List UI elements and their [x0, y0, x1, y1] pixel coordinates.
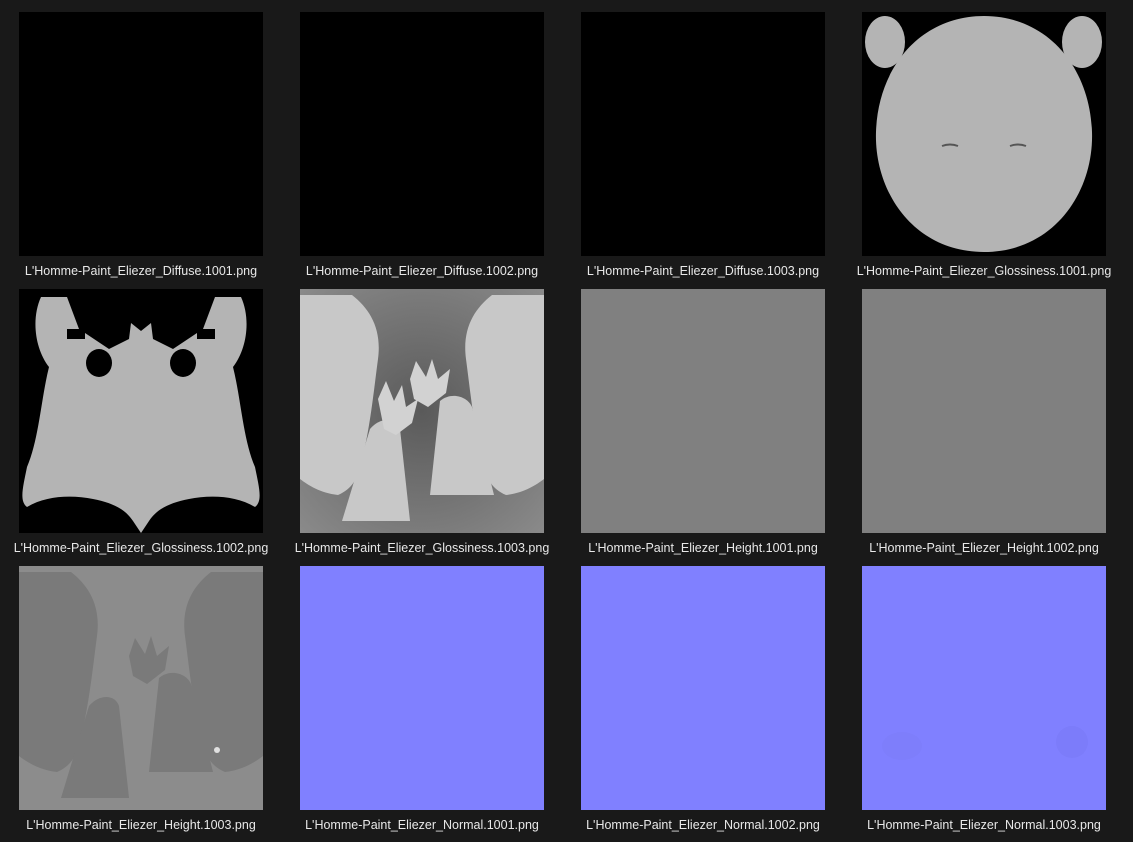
file-name: L'Homme-Paint_Eliezer_Glossiness.1003.pn…	[294, 541, 550, 555]
black-icon	[300, 12, 544, 256]
file-tile[interactable]: L'Homme-Paint_Eliezer_Glossiness.1001.pn…	[857, 12, 1122, 288]
normal-map-icon	[581, 566, 825, 810]
flat-gray-icon	[581, 289, 825, 533]
file-name: L'Homme-Paint_Eliezer_Glossiness.1001.pn…	[856, 264, 1112, 278]
file-tile[interactable]: L'Homme-Paint_Eliezer_Diffuse.1001.png	[19, 12, 279, 288]
file-name: L'Homme-Paint_Eliezer_Normal.1003.png	[867, 818, 1101, 832]
black-icon	[19, 12, 263, 256]
file-grid: L'Homme-Paint_Eliezer_Diffuse.1001.png L…	[0, 0, 1133, 839]
limbs-uv-icon	[300, 289, 544, 533]
file-name: L'Homme-Paint_Eliezer_Glossiness.1002.pn…	[13, 541, 269, 555]
file-name: L'Homme-Paint_Eliezer_Height.1003.png	[26, 818, 256, 832]
file-name: L'Homme-Paint_Eliezer_Normal.1002.png	[586, 818, 820, 832]
file-tile[interactable]: L'Homme-Paint_Eliezer_Diffuse.1002.png	[300, 12, 560, 288]
file-tile[interactable]: L'Homme-Paint_Eliezer_Height.1003.png	[19, 566, 279, 842]
head-uv-icon	[862, 12, 1106, 256]
file-tile[interactable]: L'Homme-Paint_Eliezer_Glossiness.1003.pn…	[295, 289, 560, 565]
normal-map-icon	[300, 566, 544, 810]
file-tile[interactable]: L'Homme-Paint_Eliezer_Height.1001.png	[581, 289, 841, 565]
file-name: L'Homme-Paint_Eliezer_Height.1002.png	[869, 541, 1099, 555]
file-name: L'Homme-Paint_Eliezer_Normal.1001.png	[305, 818, 539, 832]
file-name: L'Homme-Paint_Eliezer_Diffuse.1003.png	[586, 264, 820, 278]
file-name: L'Homme-Paint_Eliezer_Diffuse.1002.png	[305, 264, 539, 278]
file-tile[interactable]: L'Homme-Paint_Eliezer_Diffuse.1003.png	[581, 12, 841, 288]
black-icon	[581, 12, 825, 256]
body-uv-icon	[19, 289, 263, 533]
file-tile[interactable]: L'Homme-Paint_Eliezer_Normal.1001.png	[300, 566, 560, 842]
normal-map-icon	[862, 566, 1106, 810]
limbs-height-icon	[19, 566, 263, 810]
file-tile[interactable]: L'Homme-Paint_Eliezer_Glossiness.1002.pn…	[14, 289, 279, 565]
file-name: L'Homme-Paint_Eliezer_Height.1001.png	[588, 541, 818, 555]
file-tile[interactable]: L'Homme-Paint_Eliezer_Normal.1003.png	[862, 566, 1122, 842]
file-tile[interactable]: L'Homme-Paint_Eliezer_Height.1002.png	[862, 289, 1122, 565]
file-tile[interactable]: L'Homme-Paint_Eliezer_Normal.1002.png	[581, 566, 841, 842]
flat-gray-icon	[862, 289, 1106, 533]
file-name: L'Homme-Paint_Eliezer_Diffuse.1001.png	[24, 264, 258, 278]
